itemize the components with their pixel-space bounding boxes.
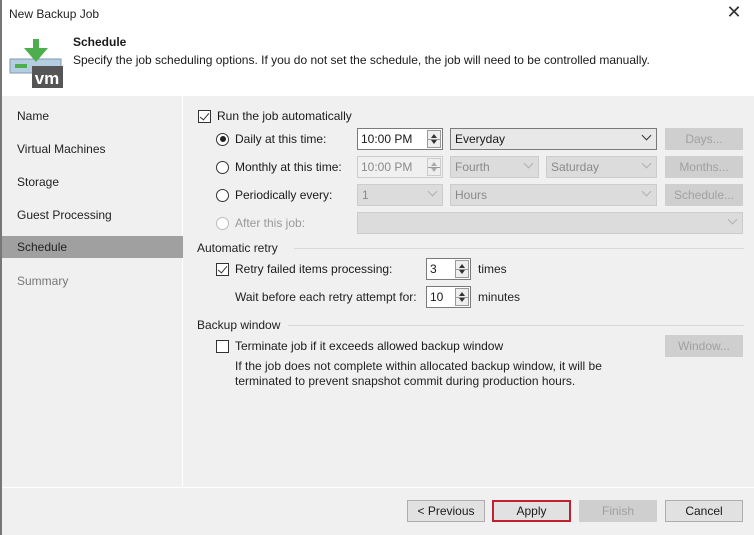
months-button[interactable]: Months... [665, 156, 743, 178]
daily-time-spinner[interactable] [427, 130, 441, 148]
monthly-day-value: Saturday [551, 160, 600, 174]
terminate-checkbox[interactable] [216, 339, 229, 353]
daily-frequency-select[interactable]: Everyday [450, 128, 657, 150]
chevron-down-icon [641, 130, 652, 141]
finish-button[interactable]: Finish [579, 500, 657, 522]
periodically-unit-value: Hours [455, 188, 488, 202]
retry-count-input[interactable]: 3 [426, 258, 471, 280]
retry-count-spinner[interactable] [455, 260, 469, 278]
chevron-down-icon [641, 186, 652, 197]
terminate-row: Terminate job if it exceeds allowed back… [216, 339, 503, 353]
monthly-row: Monthly at this time: [216, 160, 342, 174]
retry-failed-label: Retry failed items processing: [235, 262, 393, 276]
retry-count-unit: times [478, 262, 507, 276]
after-job-label: After this job: [235, 216, 306, 230]
monthly-label: Monthly at this time: [235, 160, 342, 174]
wait-retry-unit: minutes [478, 290, 521, 304]
daily-time-input[interactable]: 10:00 PM [357, 128, 443, 150]
sidebar-item-guest-processing[interactable]: Guest Processing [2, 204, 183, 226]
days-button[interactable]: Days... [665, 128, 743, 150]
chevron-down-icon [727, 214, 738, 225]
after-job-row: After this job: [216, 216, 305, 230]
daily-time-value: 10:00 PM [361, 132, 413, 146]
schedule-panel: Run the job automatically Daily at this … [184, 96, 754, 487]
vm-backup-icon: vm [9, 36, 63, 88]
backup-window-divider [288, 325, 744, 326]
page-title: Schedule [73, 35, 127, 49]
backup-window-heading: Backup window [197, 318, 281, 332]
window-title: New Backup Job [9, 7, 100, 21]
close-icon[interactable]: ✕ [724, 2, 744, 22]
wizard-steps-sidebar: Name Virtual Machines Storage Guest Proc… [2, 96, 183, 487]
after-job-radio[interactable] [216, 216, 229, 230]
cancel-button[interactable]: Cancel [665, 500, 743, 522]
monthly-week-select[interactable]: Fourth [450, 156, 539, 178]
wizard-body: Name Virtual Machines Storage Guest Proc… [2, 96, 754, 487]
daily-label: Daily at this time: [235, 132, 327, 146]
after-job-select[interactable] [357, 212, 743, 234]
backup-window-note-line1: If the job does not complete within allo… [235, 359, 602, 373]
retry-count-value: 3 [430, 262, 437, 276]
sidebar-item-storage[interactable]: Storage [2, 171, 183, 193]
periodically-row: Periodically every: [216, 188, 332, 202]
run-automatically-row: Run the job automatically [198, 109, 352, 123]
previous-button[interactable]: < Previous [407, 500, 485, 522]
wait-retry-input[interactable]: 10 [426, 286, 471, 308]
schedule-button[interactable]: Schedule... [665, 184, 743, 206]
monthly-radio[interactable] [216, 160, 229, 174]
periodically-value: 1 [362, 188, 369, 202]
sidebar-item-virtual-machines[interactable]: Virtual Machines [2, 138, 183, 160]
retry-failed-row: Retry failed items processing: [216, 262, 392, 276]
periodically-unit-select[interactable]: Hours [450, 184, 657, 206]
window-button[interactable]: Window... [665, 335, 743, 357]
monthly-time-input[interactable]: 10:00 PM [357, 156, 443, 178]
monthly-time-spinner[interactable] [427, 158, 441, 176]
chevron-down-icon [427, 186, 438, 197]
periodically-label: Periodically every: [235, 188, 333, 202]
svg-text:vm: vm [35, 69, 60, 88]
chevron-down-icon [641, 158, 652, 169]
monthly-time-value: 10:00 PM [361, 160, 413, 174]
periodically-value-select[interactable]: 1 [357, 184, 443, 206]
monthly-week-value: Fourth [455, 160, 490, 174]
retry-failed-checkbox[interactable] [216, 262, 229, 276]
sidebar-item-name[interactable]: Name [2, 105, 183, 127]
daily-frequency-value: Everyday [455, 132, 506, 146]
wait-retry-value: 10 [430, 290, 444, 304]
wizard-footer: < Previous Apply Finish Cancel [2, 488, 754, 535]
run-automatically-label: Run the job automatically [217, 109, 352, 123]
backup-window-note-line2: terminated to prevent snapshot commit du… [235, 374, 576, 388]
automatic-retry-divider [294, 248, 744, 249]
sidebar-item-summary[interactable]: Summary [2, 270, 183, 292]
periodically-radio[interactable] [216, 188, 229, 202]
wait-retry-label: Wait before each retry attempt for: [235, 290, 417, 304]
automatic-retry-heading: Automatic retry [197, 241, 278, 255]
chevron-down-icon [523, 158, 534, 169]
sidebar-item-schedule[interactable]: Schedule [2, 236, 183, 258]
page-description: Specify the job scheduling options. If y… [73, 53, 650, 67]
apply-button[interactable]: Apply [492, 500, 571, 522]
daily-row: Daily at this time: [216, 132, 326, 146]
daily-radio[interactable] [216, 132, 229, 146]
run-automatically-checkbox[interactable] [198, 109, 211, 123]
new-backup-job-window: New Backup Job ✕ vm Schedule Specify the… [0, 0, 754, 535]
terminate-label: Terminate job if it exceeds allowed back… [235, 339, 504, 353]
monthly-day-select[interactable]: Saturday [546, 156, 657, 178]
wait-retry-spinner[interactable] [455, 288, 469, 306]
